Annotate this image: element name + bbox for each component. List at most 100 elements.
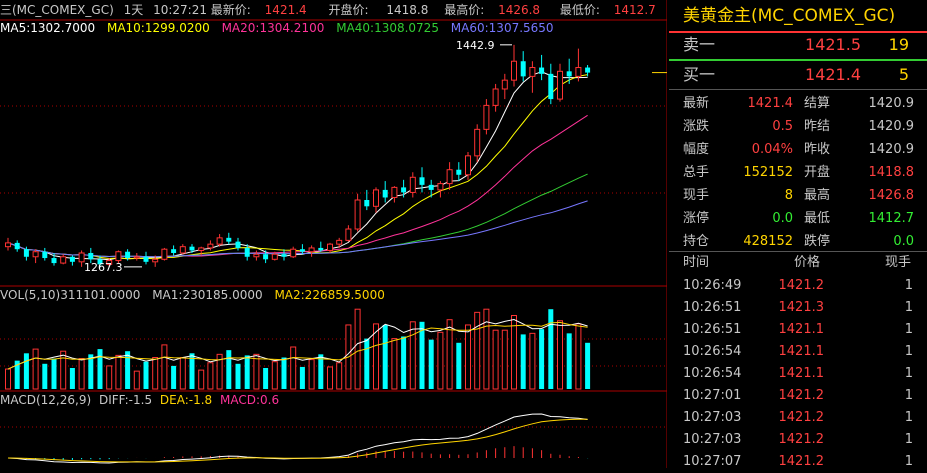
volume-bar [244, 355, 250, 389]
candle-body [32, 251, 39, 258]
stat-label: 结算 [804, 96, 831, 111]
candle-body [501, 79, 508, 90]
ask-price: 1421.5 [805, 35, 861, 54]
tick-price: 1421.2 [778, 278, 825, 293]
macd-diff-label: DIFF:-1.5 [98, 393, 153, 407]
tick-row[interactable]: 10:26:51 1421.1 1 [669, 319, 927, 341]
volume-bar [529, 332, 536, 390]
candle-body [271, 253, 278, 260]
candle-body [253, 253, 260, 258]
candle-body [483, 104, 490, 130]
candle-body [474, 128, 481, 157]
chart-area[interactable]: 三(MC_COMEX_GC) 1天 10:27:21 最新价: 1421.4 开… [0, 0, 667, 468]
tick-time: 10:27:07 [683, 454, 742, 469]
stat-value: 1420.9 [868, 96, 915, 111]
candle-body [179, 246, 186, 254]
tick-volume: 1 [904, 432, 913, 447]
candle-body [373, 189, 379, 207]
volume-bar [263, 368, 269, 389]
candle-body [511, 60, 517, 81]
vol-main-label: VOL(5,10)311101.0000 [0, 288, 141, 302]
candle-body [171, 249, 177, 253]
tick-time: 10:26:54 [683, 344, 742, 359]
tick-volume: 1 [904, 278, 913, 293]
volume-bar [336, 362, 343, 390]
volume-bar [354, 308, 361, 390]
tick-row[interactable]: 10:26:54 1421.1 1 [669, 363, 927, 385]
candle-body [401, 187, 407, 193]
volume-bar [143, 361, 149, 389]
vol-ma2-label: MA2:226859.5000 [274, 288, 385, 302]
tick-volume: 1 [904, 322, 913, 337]
vol-ma1-label: MA1:230185.0000 [152, 288, 263, 302]
candle-body [143, 256, 149, 262]
tick-volume: 1 [904, 388, 913, 403]
candle-body [557, 70, 563, 100]
tick-row[interactable]: 10:26:51 1421.3 1 [669, 297, 927, 319]
ask-row[interactable]: 卖一 1421.5 19 [669, 31, 927, 59]
candle-body [161, 248, 168, 260]
candle-body [51, 258, 57, 264]
ask-volume: 19 [888, 35, 909, 54]
volume-bar [465, 324, 471, 390]
stat-label: 开盘 [804, 165, 831, 180]
tick-row[interactable]: 10:27:07 1421.2 1 [669, 451, 927, 473]
volume-bar [456, 342, 462, 389]
stat-label: 涨停 [683, 211, 710, 226]
ma20-line [7, 114, 588, 258]
volume-bar [88, 354, 94, 389]
candle-body [520, 61, 526, 77]
trough-annotation: 1267.3 [84, 261, 123, 274]
ma40-line [7, 173, 588, 258]
stat-value: 152152 [743, 165, 793, 180]
candle-body [575, 67, 582, 77]
ticks-header-volume: 现手 [885, 255, 912, 270]
candle-body [207, 243, 214, 249]
candle-body [244, 247, 250, 257]
volume-bar [5, 368, 11, 390]
tick-row[interactable]: 10:27:01 1421.2 1 [669, 385, 927, 407]
candle-body [391, 186, 398, 198]
candle-body [14, 242, 20, 250]
stat-label: 涨跌 [683, 119, 710, 134]
stat-label: 最高 [804, 188, 831, 203]
ma60-line [7, 200, 588, 258]
stat-value: 0.0 [772, 211, 793, 226]
tick-price: 1421.2 [778, 454, 825, 469]
volume-bar [548, 309, 554, 389]
stat-value: 1418.8 [868, 165, 915, 180]
macd-legend-bar: MACD(12,26,9) DIFF:-1.5 DEA:-1.8 MACD:0.… [0, 392, 667, 408]
candle-body [566, 71, 572, 77]
tick-row[interactable]: 10:27:03 1421.2 1 [669, 429, 927, 451]
volume-bar [161, 344, 168, 390]
tick-price: 1421.1 [778, 344, 825, 359]
volume-bar [32, 348, 39, 390]
volume-bar [419, 321, 425, 389]
volume-bar [492, 329, 499, 390]
candle-body [336, 239, 343, 245]
tick-time: 10:27:03 [683, 410, 742, 425]
candle-body [345, 228, 352, 241]
tick-row[interactable]: 10:27:03 1421.2 1 [669, 407, 927, 429]
volume-bar [585, 342, 591, 389]
volume-bar [97, 349, 103, 389]
stat-value: 8 [784, 188, 793, 203]
tick-row[interactable]: 10:26:49 1421.2 1 [669, 275, 927, 297]
stat-value: 1426.8 [868, 188, 915, 203]
ticks-header-price: 价格 [794, 255, 821, 270]
volume-bar [179, 357, 186, 390]
tick-time: 10:26:49 [683, 278, 742, 293]
macd-dea-label: DEA:-1.8 [159, 393, 213, 407]
candle-body [465, 155, 471, 176]
candle-body [23, 249, 29, 257]
peak-annotation: 1442.9 [456, 39, 495, 52]
ticks-header-time: 时间 [683, 255, 710, 270]
tick-row[interactable]: 10:26:54 1421.1 1 [669, 341, 927, 363]
tick-time: 10:26:51 [683, 322, 742, 337]
tick-price: 1421.1 [778, 322, 825, 337]
bid-row[interactable]: 买一 1421.4 5 [669, 61, 927, 89]
volume-bar [401, 336, 407, 389]
volume-bar [253, 353, 260, 390]
macd-params-label: MACD(12,26,9) [0, 393, 92, 407]
stat-label: 现手 [683, 188, 710, 203]
